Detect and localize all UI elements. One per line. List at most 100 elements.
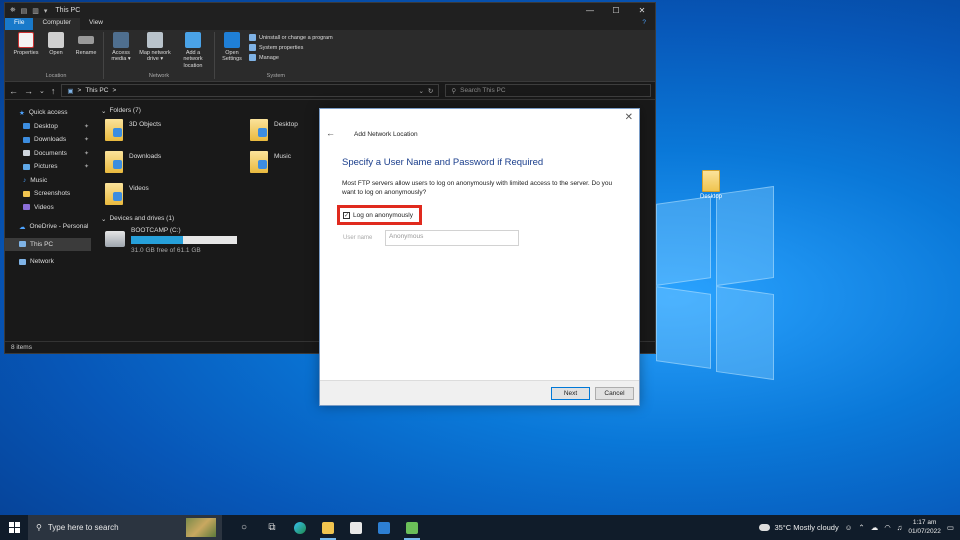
folder-downloads[interactable]: Downloads xyxy=(105,151,250,177)
system-properties-icon xyxy=(249,44,256,51)
sidebar-item-music[interactable]: ♪ Music xyxy=(5,174,91,188)
network-drive-icon xyxy=(147,32,163,48)
tab-computer[interactable]: Computer xyxy=(33,18,81,30)
notification-icon[interactable]: ▭ xyxy=(947,523,954,532)
store-icon[interactable] xyxy=(342,515,370,540)
desktop-icon-label: Desktop xyxy=(699,194,722,200)
edge-icon[interactable] xyxy=(286,515,314,540)
sidebar-item-onedrive[interactable]: ☁ OneDrive - Personal xyxy=(5,220,91,234)
folder-videos[interactable]: Videos xyxy=(105,183,250,209)
cloud-icon xyxy=(759,524,771,531)
sidebar-item-documents[interactable]: Documents ✦ xyxy=(5,147,91,161)
taskbar-search[interactable]: ⚲ Type here to search xyxy=(28,515,222,540)
help-icon[interactable]: ? xyxy=(633,18,655,30)
quick-access-dropdown-icon[interactable]: ▾ xyxy=(44,7,48,15)
weather-widget[interactable]: 35°C Mostly cloudy xyxy=(759,523,839,532)
address-path: This PC xyxy=(85,87,109,94)
weather-text: 35°C Mostly cloudy xyxy=(774,523,839,532)
sidebar-item-desktop[interactable]: Desktop ✦ xyxy=(5,120,91,134)
tab-file[interactable]: File xyxy=(5,18,34,30)
title-bar: ⛯ ▤ ▥ ▾ This PC — ☐ ✕ xyxy=(5,3,655,18)
clock-date: 01/07/2022 xyxy=(908,527,941,535)
cancel-button[interactable]: Cancel xyxy=(595,387,634,400)
forward-arrow-icon[interactable]: → xyxy=(24,86,33,96)
rename-button[interactable]: Rename xyxy=(73,32,99,71)
new-folder-quick-icon[interactable]: ▥ xyxy=(32,7,39,15)
people-icon[interactable]: ☺ xyxy=(845,523,853,532)
item-count: 8 items xyxy=(11,344,32,351)
recent-locations-chevron-icon[interactable]: ⌄ xyxy=(39,87,45,95)
checkbox-label[interactable]: Log on anonymously xyxy=(353,212,413,219)
start-button[interactable] xyxy=(0,515,28,540)
group-label-system: System xyxy=(266,73,286,79)
navigation-pane: ★ Quick access Desktop ✦ Downloads ✦ Docume… xyxy=(5,100,91,353)
window-title: This PC xyxy=(55,7,81,14)
sidebar-item-quick-access[interactable]: ★ Quick access xyxy=(5,106,91,120)
maximize-icon[interactable]: ☐ xyxy=(603,6,629,15)
hard-drive-icon xyxy=(105,231,125,247)
group-label-network: Network xyxy=(148,73,170,79)
up-arrow-icon[interactable]: ↑ xyxy=(51,86,56,96)
mail-icon[interactable] xyxy=(370,515,398,540)
username-input[interactable]: Anonymous xyxy=(385,230,519,246)
address-bar-row: ← → ⌄ ↑ ▣ > This PC > ⌄ ↻ ⚲ Search This … xyxy=(5,82,655,100)
folder-3d-objects[interactable]: 3D Objects xyxy=(105,119,250,145)
address-dropdown-icon[interactable]: ⌄ xyxy=(418,87,423,95)
log-on-anonymously-checkbox[interactable]: ✓ xyxy=(343,211,350,219)
clock[interactable]: 1:17 am 01/07/2022 xyxy=(908,519,941,536)
tab-view[interactable]: View xyxy=(80,18,112,30)
music-icon: ♪ xyxy=(23,176,27,184)
uninstall-program-link[interactable]: Uninstall or change a program xyxy=(249,34,333,41)
desktop-folder-icon[interactable]: Desktop xyxy=(694,170,728,200)
wifi-icon[interactable]: ◠ xyxy=(884,523,891,532)
back-arrow-icon[interactable]: ← xyxy=(9,86,18,96)
sidebar-item-videos[interactable]: Videos xyxy=(5,201,91,215)
sidebar-item-this-pc[interactable]: This PC xyxy=(5,237,91,251)
sidebar-item-pictures[interactable]: Pictures ✦ xyxy=(5,160,91,174)
address-separator: > xyxy=(112,87,117,94)
volume-icon[interactable]: ♫ xyxy=(897,523,903,532)
close-icon[interactable]: ✕ xyxy=(625,112,633,123)
windows-icon xyxy=(8,522,20,533)
computer-icon xyxy=(19,241,26,248)
search-input[interactable]: ⚲ Search This PC xyxy=(445,84,651,97)
folder-icon xyxy=(105,119,123,141)
access-media-button[interactable]: Access media ▾ xyxy=(108,32,134,71)
dialog-footer: Next Cancel xyxy=(320,380,639,405)
close-icon[interactable]: ✕ xyxy=(629,6,655,15)
back-arrow-icon[interactable]: ← xyxy=(326,128,335,138)
folder-icon xyxy=(250,119,268,141)
search-icon: ⚲ xyxy=(36,523,42,532)
program-icon xyxy=(249,34,256,41)
network-location-icon xyxy=(185,32,201,48)
open-settings-button[interactable]: Open Settings xyxy=(219,32,245,71)
control-panel-icon[interactable] xyxy=(398,515,426,540)
windows-logo-wallpaper xyxy=(656,185,776,381)
sidebar-item-downloads[interactable]: Downloads ✦ xyxy=(5,133,91,147)
sidebar-item-network[interactable]: Network xyxy=(5,255,91,269)
clock-time: 1:17 am xyxy=(912,519,937,527)
minimize-icon[interactable]: — xyxy=(577,6,603,15)
refresh-icon[interactable]: ↻ xyxy=(428,87,433,95)
dialog-title: Add Network Location xyxy=(354,131,418,138)
drive-name: BOOTCAMP (C:) xyxy=(131,227,181,234)
system-properties-link[interactable]: System properties xyxy=(249,44,333,51)
ribbon: Properties Open Rename Location Access m… xyxy=(5,30,655,82)
properties-button[interactable]: Properties xyxy=(13,32,39,71)
drive-free-space: 31.0 GB free of 61.1 GB xyxy=(131,247,201,254)
chevron-up-icon[interactable]: ⌃ xyxy=(858,523,864,532)
file-explorer-icon[interactable] xyxy=(314,515,342,540)
open-button[interactable]: Open xyxy=(43,32,69,71)
cortana-icon[interactable]: ○ xyxy=(230,515,258,540)
address-bar[interactable]: ▣ > This PC > ⌄ ↻ xyxy=(61,84,440,97)
ribbon-group-location: Properties Open Rename Location xyxy=(9,32,104,79)
sidebar-item-screenshots[interactable]: Screenshots xyxy=(5,187,91,201)
next-button[interactable]: Next xyxy=(551,387,590,400)
map-network-drive-button[interactable]: Map network drive ▾ xyxy=(138,32,172,71)
properties-icon xyxy=(18,32,34,48)
task-view-icon[interactable]: ⧉ xyxy=(258,515,286,540)
manage-link[interactable]: Manage xyxy=(249,54,333,61)
add-network-location-button[interactable]: Add a network location xyxy=(176,32,210,71)
properties-quick-icon[interactable]: ▤ xyxy=(21,7,28,15)
onedrive-tray-icon[interactable]: ☁ xyxy=(871,523,879,532)
